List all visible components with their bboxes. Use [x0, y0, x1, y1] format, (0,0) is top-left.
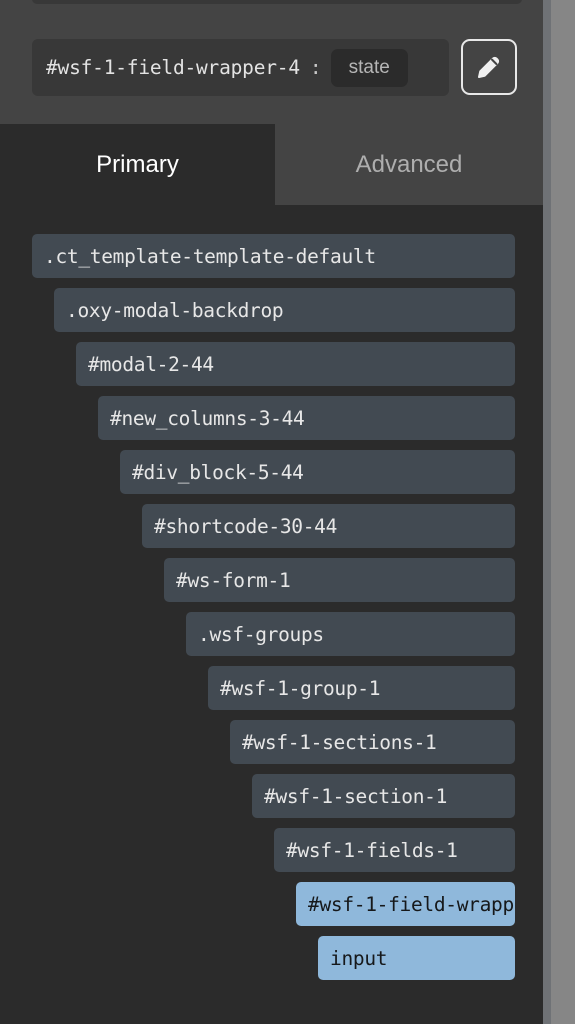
selector-separator: :: [309, 56, 322, 79]
tab-primary-label: Primary: [96, 150, 179, 178]
tree-node[interactable]: #div_block-5-44: [120, 450, 515, 494]
tree-node-label: .oxy-modal-backdrop: [66, 298, 284, 322]
tree-node[interactable]: #shortcode-30-44: [142, 504, 515, 548]
pencil-icon: [474, 52, 504, 82]
tree-row: .wsf-groups: [0, 612, 543, 656]
scrolled-off-element: [32, 0, 522, 4]
tree-row: .oxy-modal-backdrop: [0, 288, 543, 332]
tree-node-label: #ws-form-1: [176, 568, 291, 592]
tree-node[interactable]: #modal-2-44: [76, 342, 515, 386]
tree-node[interactable]: #wsf-1-field-wrapper-4: [296, 882, 515, 926]
panel-tabs: Primary Advanced: [0, 124, 543, 205]
page-vertical-scrollbar-gutter[interactable]: [543, 0, 551, 1024]
tree-row: #wsf-1-group-1: [0, 666, 543, 710]
tree-row: #div_block-5-44: [0, 450, 543, 494]
panel-header: #wsf-1-field-wrapper-4 : state: [0, 0, 543, 124]
element-tree-list: .ct_template-template-default .oxy-modal-…: [0, 205, 543, 980]
tree-node-label: #wsf-1-fields-1: [286, 838, 458, 862]
element-tree[interactable]: .ct_template-template-default .oxy-modal-…: [0, 205, 543, 1024]
selector-text: #wsf-1-field-wrapper-4: [46, 56, 300, 79]
edit-selector-button[interactable]: [461, 39, 517, 95]
tree-row: #wsf-1-fields-1: [0, 828, 543, 872]
tree-row: #shortcode-30-44: [0, 504, 543, 548]
tree-row: #modal-2-44: [0, 342, 543, 386]
tree-node-label: input: [330, 946, 388, 970]
tree-node-label: #wsf-1-section-1: [264, 784, 448, 808]
tree-node[interactable]: input: [318, 936, 515, 980]
tab-primary[interactable]: Primary: [0, 124, 275, 205]
tree-node[interactable]: #new_columns-3-44: [98, 396, 515, 440]
tree-row: #new_columns-3-44: [0, 396, 543, 440]
tree-node[interactable]: #wsf-1-sections-1: [230, 720, 515, 764]
tree-node-label: #shortcode-30-44: [154, 514, 338, 538]
tree-node-label: #wsf-1-sections-1: [242, 730, 437, 754]
tab-advanced-label: Advanced: [355, 150, 463, 178]
tree-row: input: [0, 936, 543, 980]
tree-row: #ws-form-1: [0, 558, 543, 602]
page-background-right: [551, 0, 575, 1024]
tree-node[interactable]: #wsf-1-group-1: [208, 666, 515, 710]
tree-node-label: .wsf-groups: [198, 622, 324, 646]
element-structure-panel-screen: #wsf-1-field-wrapper-4 : state Primary A…: [0, 0, 575, 1024]
tree-node[interactable]: #wsf-1-section-1: [252, 774, 515, 818]
tree-node-label: .ct_template-template-default: [44, 244, 376, 268]
tree-row: #wsf-1-sections-1: [0, 720, 543, 764]
selector-bar[interactable]: #wsf-1-field-wrapper-4 : state: [32, 39, 449, 96]
tree-node-label: #wsf-1-field-wrapper-4: [308, 892, 515, 916]
tree-node-label: #new_columns-3-44: [110, 406, 305, 430]
tree-node[interactable]: .wsf-groups: [186, 612, 515, 656]
tree-row: .ct_template-template-default: [0, 234, 543, 278]
tree-node[interactable]: #wsf-1-fields-1: [274, 828, 515, 872]
structure-panel: #wsf-1-field-wrapper-4 : state Primary A…: [0, 0, 543, 1024]
tree-node-label: #div_block-5-44: [132, 460, 304, 484]
tree-node[interactable]: .oxy-modal-backdrop: [54, 288, 515, 332]
tree-row: #wsf-1-field-wrapper-4: [0, 882, 543, 926]
tree-row: #wsf-1-section-1: [0, 774, 543, 818]
tree-node-label: #modal-2-44: [88, 352, 214, 376]
tab-advanced[interactable]: Advanced: [275, 124, 543, 205]
tree-node-label: #wsf-1-group-1: [220, 676, 381, 700]
state-chip[interactable]: state: [330, 48, 408, 87]
tree-node[interactable]: #ws-form-1: [164, 558, 515, 602]
tree-node[interactable]: .ct_template-template-default: [32, 234, 515, 278]
